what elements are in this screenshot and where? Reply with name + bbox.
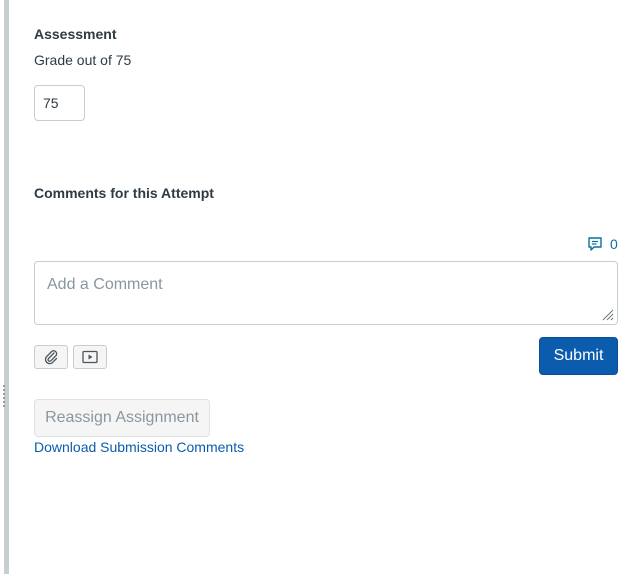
grade-label: Grade out of 75 xyxy=(34,52,132,68)
submit-comment-button[interactable]: Submit xyxy=(539,337,618,375)
comment-placeholder: Add a Comment xyxy=(47,276,163,293)
grade-input[interactable] xyxy=(34,85,85,121)
drag-handle-icon[interactable] xyxy=(2,384,6,408)
reassign-assignment-button[interactable]: Reassign Assignment xyxy=(34,399,210,437)
media-play-icon xyxy=(82,350,98,364)
panel-divider xyxy=(4,0,9,574)
comment-icon xyxy=(588,237,602,251)
assessment-heading: Assessment xyxy=(34,26,117,42)
media-comment-button[interactable] xyxy=(73,345,107,369)
comment-count: 0 xyxy=(610,236,618,252)
download-submission-comments-link[interactable]: Download Submission Comments xyxy=(34,439,244,455)
comment-count-link[interactable]: 0 xyxy=(587,236,618,252)
comment-textarea[interactable]: Add a Comment xyxy=(34,261,618,325)
resize-handle-icon[interactable] xyxy=(602,309,614,321)
attach-file-button[interactable] xyxy=(34,345,68,369)
paperclip-icon xyxy=(44,350,58,365)
panel-resize-rail[interactable] xyxy=(0,0,10,574)
comments-heading: Comments for this Attempt xyxy=(34,185,214,201)
